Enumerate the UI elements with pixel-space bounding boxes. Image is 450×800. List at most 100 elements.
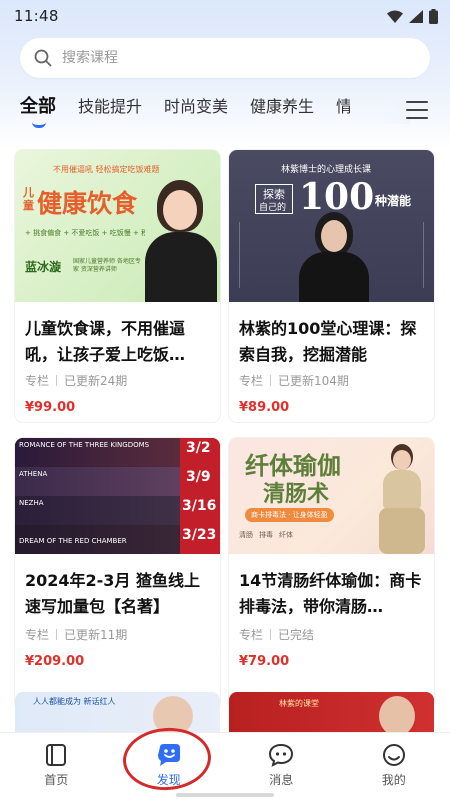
menu-line xyxy=(406,101,428,103)
nav-label: 消息 xyxy=(269,773,294,787)
course-cover: 不用催逼吼 轻松搞定吃饭难题 儿童 健康饮食 + 挑食偏食 + 不爱吃饭 + 吃… xyxy=(15,150,220,302)
cover-subtitle: 商卡排毒法 · 让身体轻盈 xyxy=(245,508,334,522)
course-cover: 林紫博士的心理成长课 探索 自己的 100 种潜能 xyxy=(229,150,434,302)
course-cover: 纤体瑜伽 清肠术 商卡排毒法 · 让身体轻盈 清肠 排毒 纤体 xyxy=(229,438,434,554)
cover-icon-label: 清肠 xyxy=(239,531,253,539)
cover-date: 3/2 xyxy=(186,440,211,456)
cover-date: 3/16 xyxy=(182,498,217,514)
cover-headline: 清肠术 xyxy=(263,482,330,507)
wifi-icon xyxy=(387,10,403,23)
instructor-portrait xyxy=(299,212,369,302)
cover-row-text: ROMANCE OF THE THREE KINGDOMS xyxy=(19,441,150,449)
cover-row: ATHENA xyxy=(15,467,180,496)
course-type: 专栏 xyxy=(25,374,50,388)
cover-left-line2: 自己的 xyxy=(259,203,287,213)
tab-label: 技能提升 xyxy=(78,97,143,116)
cover-headline-small: 儿童 xyxy=(23,186,34,212)
partial-banner: 林紫的课堂 xyxy=(279,699,319,708)
course-card[interactable]: 不用催逼吼 轻松搞定吃饭难题 儿童 健康饮食 + 挑食偏食 + 不爱吃饭 + 吃… xyxy=(15,150,220,422)
course-update-status: 已更新11期 xyxy=(64,628,128,642)
tab-all[interactable]: 全部 xyxy=(20,96,56,136)
battery-icon xyxy=(429,8,438,24)
course-price: ¥89.00 xyxy=(239,400,290,415)
course-cover: ROMANCE OF THE THREE KINGDOMS ATHENA NEZ… xyxy=(15,438,220,554)
tab-label: 时尚变美 xyxy=(164,97,229,116)
meta-divider xyxy=(56,375,58,386)
cover-headline: 健康饮食 xyxy=(37,189,138,218)
nav-label: 首页 xyxy=(44,773,69,787)
cover-person-note: 国家儿童营养师 各地区专家 资深营养讲师 xyxy=(73,258,141,273)
nav-label: 我的 xyxy=(381,773,406,787)
instructor-figure xyxy=(369,444,429,554)
cover-row-text: NEZHA xyxy=(19,499,44,507)
cover-icon-label: 排毒 xyxy=(259,531,273,539)
course-card[interactable]: 林紫博士的心理成长课 探索 自己的 100 种潜能 林紫的100堂心理课：探索自… xyxy=(229,150,434,422)
course-card[interactable]: 纤体瑜伽 清肠术 商卡排毒法 · 让身体轻盈 清肠 排毒 纤体 14节清肠纤体瑜… xyxy=(229,438,434,710)
course-card-partial[interactable]: 林紫的课堂 xyxy=(229,692,434,732)
cover-row: NEZHA xyxy=(15,496,180,525)
date-column: 3/2 3/9 3/16 3/23 xyxy=(180,438,220,554)
tab-fashion-beauty[interactable]: 时尚变美 xyxy=(164,96,228,136)
course-card-partial[interactable]: 人人都能成为 新话红人 xyxy=(15,692,220,732)
menu-line xyxy=(406,109,428,111)
course-card[interactable]: ROMANCE OF THE THREE KINGDOMS ATHENA NEZ… xyxy=(15,438,220,710)
profile-icon xyxy=(382,744,405,766)
menu-line xyxy=(406,117,428,119)
tab-health[interactable]: 健康养生 xyxy=(250,96,314,136)
cover-row: ROMANCE OF THE THREE KINGDOMS xyxy=(15,438,180,467)
home-icon xyxy=(46,744,67,766)
partial-portrait xyxy=(153,696,193,732)
nav-home[interactable]: 首页 xyxy=(0,733,113,800)
home-indicator xyxy=(176,793,274,797)
tab-label: 全部 xyxy=(20,96,56,117)
status-time: 11:48 xyxy=(14,7,59,25)
message-icon xyxy=(269,743,294,767)
cover-top-text: 林紫博士的心理成长课 xyxy=(281,165,372,175)
cover-icon-label: 纤体 xyxy=(279,531,293,539)
cover-row: DREAM OF THE RED CHAMBER xyxy=(15,525,180,554)
bottom-navigation: 首页 发现 消息 我的 xyxy=(0,732,450,800)
course-update-status: 已更新104期 xyxy=(278,374,349,388)
search-input[interactable] xyxy=(62,50,392,66)
status-bar: 11:48 xyxy=(0,0,450,32)
cover-row-text: ATHENA xyxy=(19,470,48,478)
partial-banner: 人人都能成为 新话红人 xyxy=(33,697,116,706)
cover-icons: 清肠 排毒 纤体 xyxy=(239,530,293,540)
status-icons xyxy=(387,8,438,24)
course-title: 14节清肠纤体瑜伽：商卡排毒法，带你清肠… xyxy=(239,571,422,616)
cover-suffix: 种潜能 xyxy=(375,194,412,208)
nav-profile[interactable]: 我的 xyxy=(338,733,450,800)
course-update-status: 已更新24期 xyxy=(64,374,128,388)
nav-messages[interactable]: 消息 xyxy=(225,733,338,800)
meta-divider xyxy=(270,375,272,386)
search-icon xyxy=(34,49,52,67)
course-meta: 专栏 已完结 xyxy=(239,626,314,643)
course-meta: 专栏 已更新24期 xyxy=(25,372,127,389)
course-meta: 专栏 已更新104期 xyxy=(239,372,349,389)
course-update-status: 已完结 xyxy=(278,628,315,642)
tab-label: 情 xyxy=(336,97,351,116)
course-price: ¥209.00 xyxy=(25,654,85,669)
course-title: 儿童饮食课，不用催逼吼，让孩子爱上吃饭… xyxy=(25,319,186,364)
search-bar[interactable] xyxy=(20,38,430,78)
cover-row-text: DREAM OF THE RED CHAMBER xyxy=(19,537,127,545)
cellular-signal-icon xyxy=(409,9,423,23)
tab-emotion-partial[interactable]: 情 xyxy=(336,96,350,136)
course-title: 2024年2-3月 猹鱼线上速写加量包【名著】 xyxy=(25,571,201,616)
instructor-portrait xyxy=(143,180,219,302)
cover-banner: 不用催逼吼 轻松搞定吃饭难题 xyxy=(53,165,160,174)
course-type: 专栏 xyxy=(239,628,264,642)
category-tabs: 全部 技能提升 时尚变美 健康养生 情 xyxy=(20,96,435,136)
tab-skill-improvement[interactable]: 技能提升 xyxy=(78,96,142,136)
partial-portrait xyxy=(379,696,415,732)
course-type: 专栏 xyxy=(25,628,50,642)
meta-divider xyxy=(56,629,58,640)
cover-person-name: 蓝冰漩 xyxy=(25,260,62,274)
course-meta: 专栏 已更新11期 xyxy=(25,626,127,643)
course-type: 专栏 xyxy=(239,374,264,388)
meta-divider xyxy=(270,629,272,640)
cover-date: 3/23 xyxy=(182,527,217,543)
cover-date: 3/9 xyxy=(186,469,211,485)
category-menu-button[interactable] xyxy=(406,101,428,119)
tab-label: 健康养生 xyxy=(250,97,315,116)
